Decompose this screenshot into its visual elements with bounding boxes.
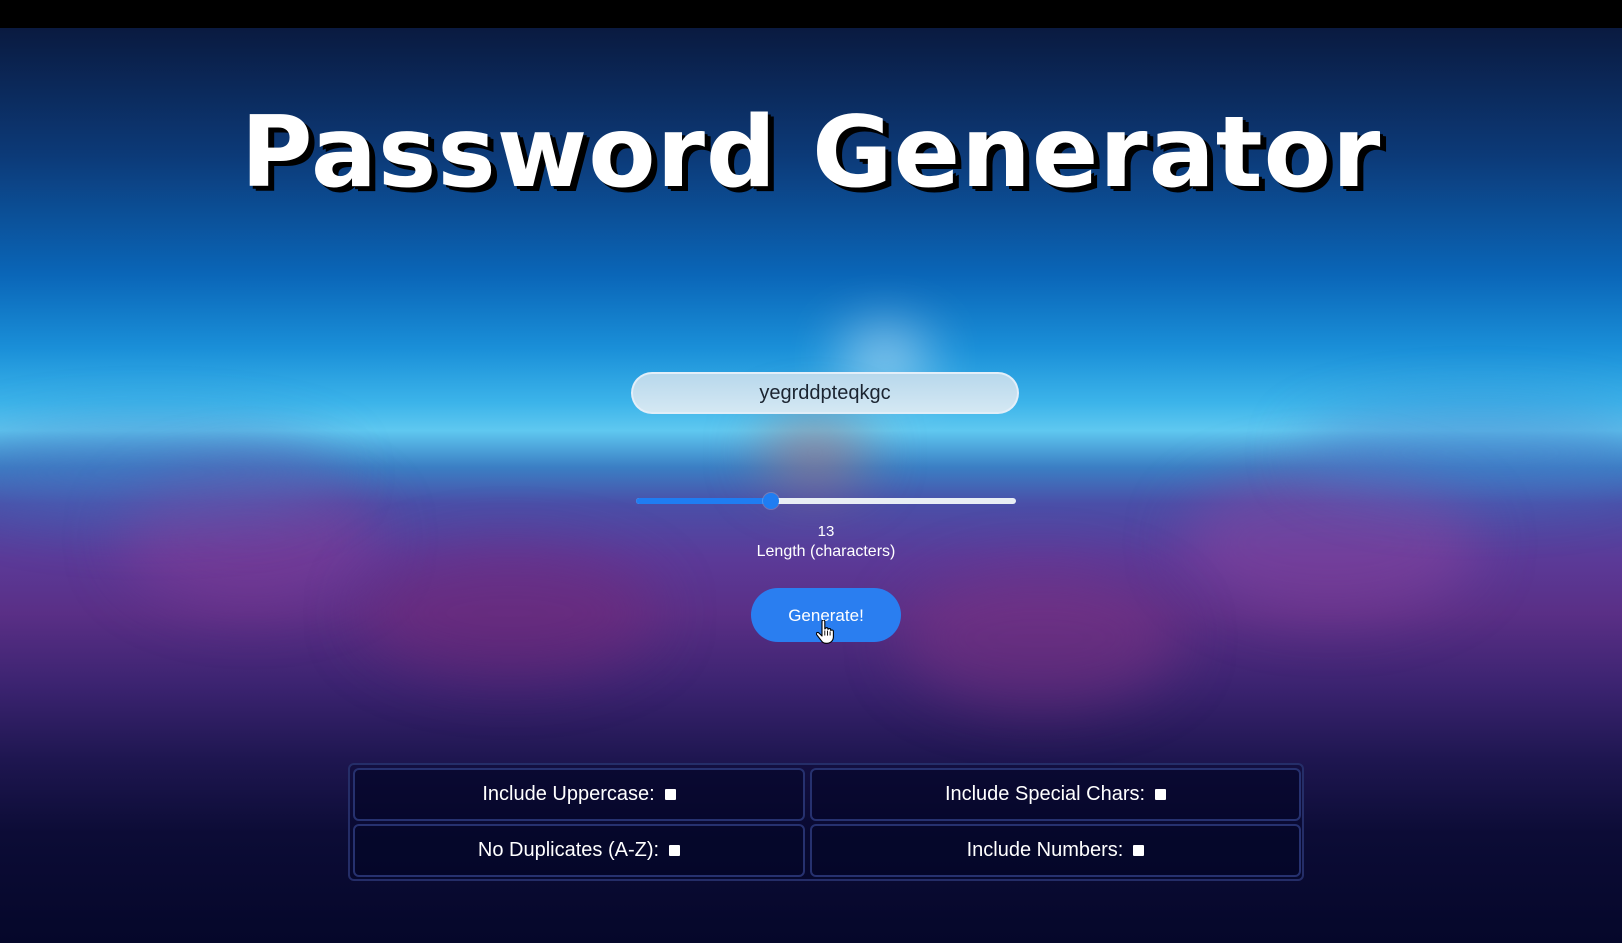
option-include-uppercase[interactable]: Include Uppercase: <box>353 768 805 821</box>
no-duplicates-checkbox[interactable] <box>669 845 681 856</box>
page-title: Password Generator <box>240 96 1382 210</box>
option-label: No Duplicates (A-Z): <box>477 839 660 861</box>
option-label: Include Special Chars: <box>944 783 1146 805</box>
length-slider-thumb[interactable] <box>762 493 779 509</box>
password-output-field[interactable] <box>631 372 1019 414</box>
option-no-duplicates[interactable]: No Duplicates (A-Z): <box>353 824 805 877</box>
length-slider[interactable] <box>636 493 1016 509</box>
uppercase-checkbox[interactable] <box>664 789 676 800</box>
option-label: Include Numbers: <box>966 839 1124 861</box>
options-grid: Include Uppercase: Include Special Chars… <box>348 763 1304 881</box>
option-include-special-chars[interactable]: Include Special Chars: <box>810 768 1301 821</box>
special-chars-checkbox[interactable] <box>1155 789 1167 800</box>
hand-pointer-icon <box>816 620 834 644</box>
top-bar <box>0 0 1622 28</box>
length-slider-fill <box>636 498 771 504</box>
option-label: Include Uppercase: <box>482 783 655 805</box>
numbers-checkbox[interactable] <box>1133 845 1145 856</box>
length-label: Length (characters) <box>756 543 896 560</box>
option-include-numbers[interactable]: Include Numbers: <box>810 824 1301 877</box>
length-value: 13 <box>817 523 835 540</box>
